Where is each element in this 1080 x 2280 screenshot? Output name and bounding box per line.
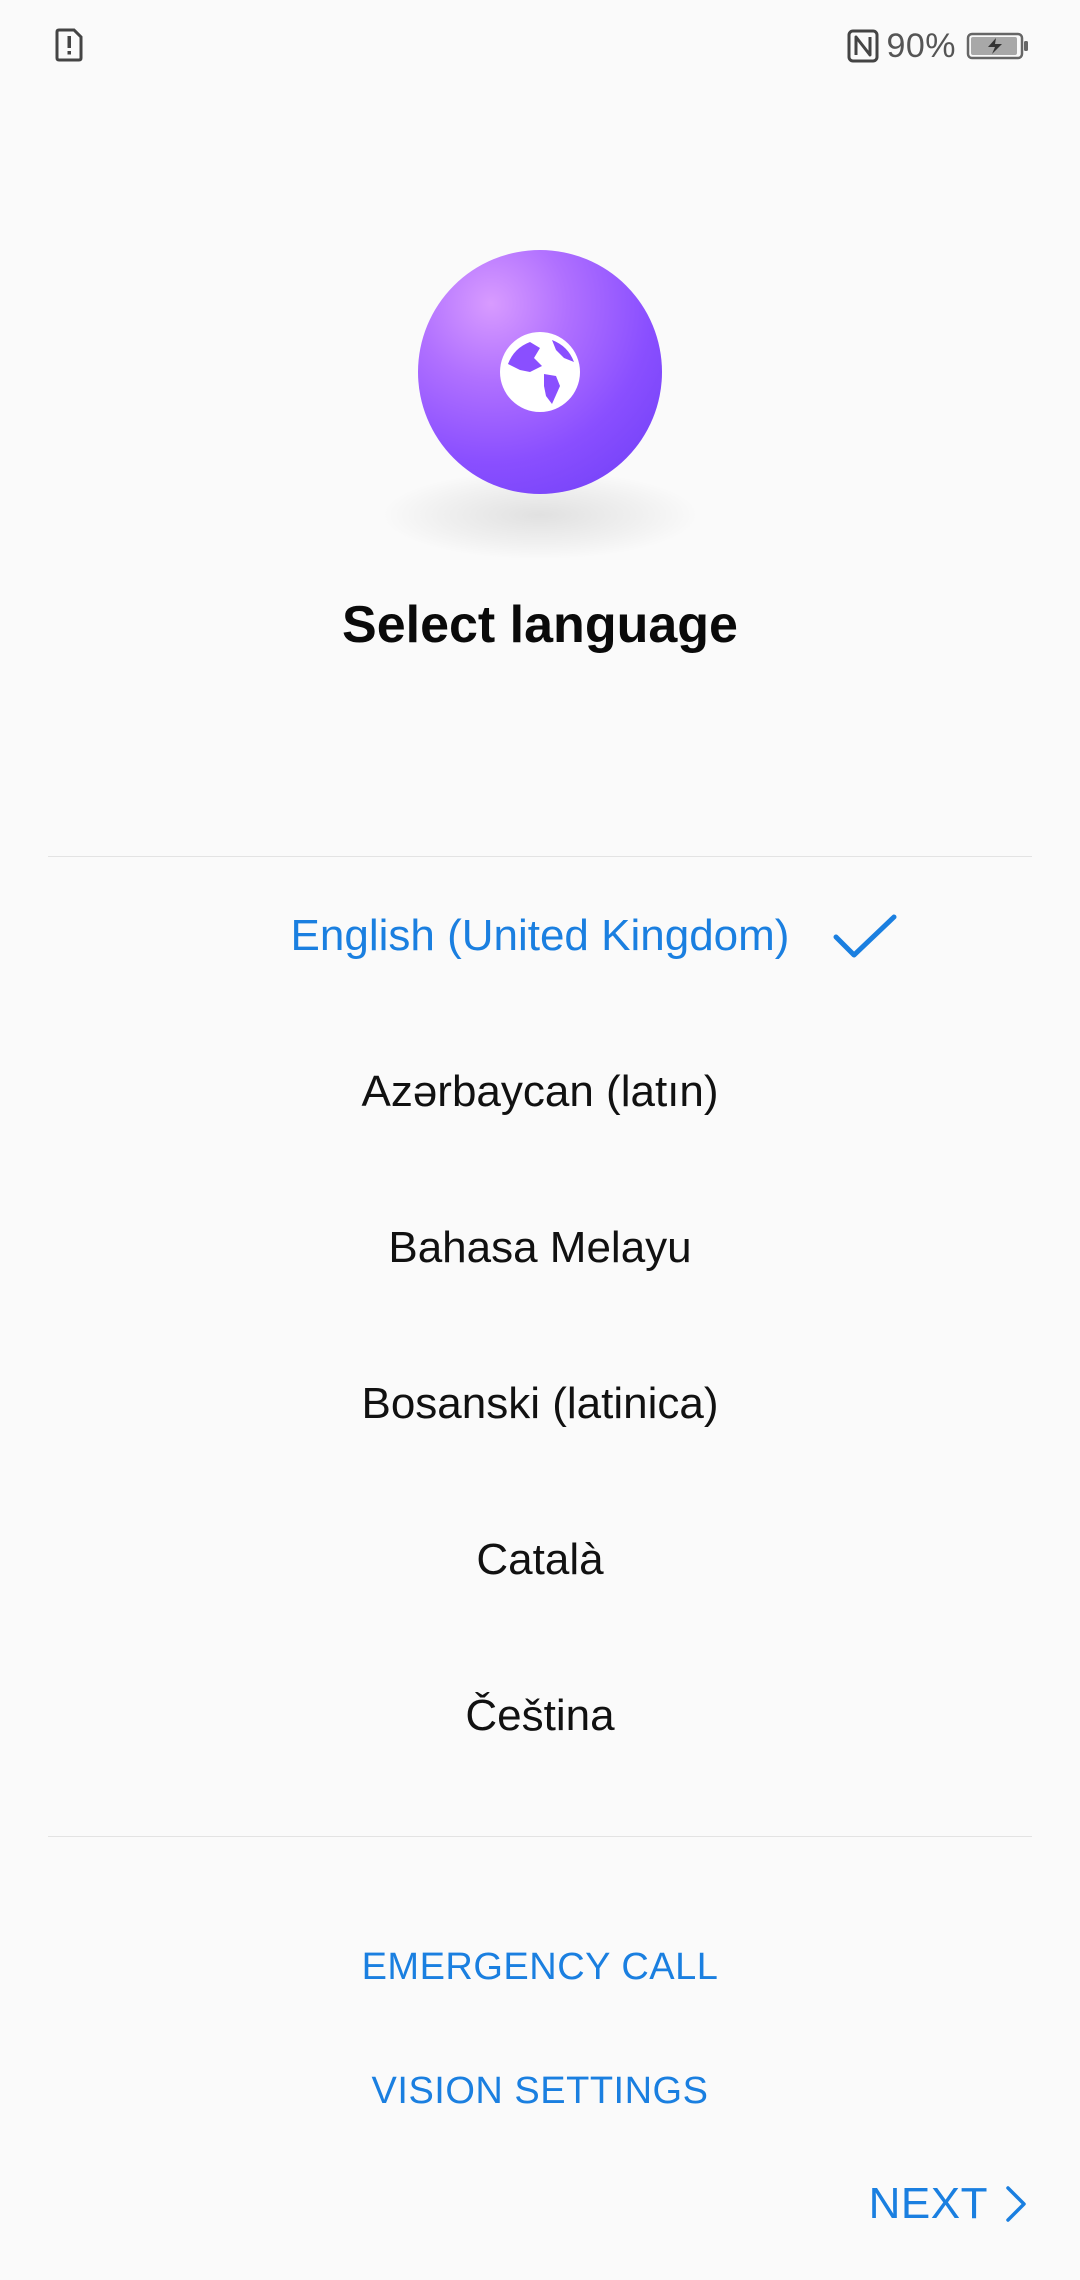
chevron-right-icon	[1006, 2186, 1026, 2222]
language-item-bosnian[interactable]: Bosanski (latinica)	[0, 1326, 1080, 1482]
language-item-malay[interactable]: Bahasa Melayu	[0, 1170, 1080, 1326]
language-item-czech[interactable]: Čeština	[0, 1638, 1080, 1794]
language-label: Čeština	[465, 1691, 615, 1740]
emergency-call-button[interactable]: EMERGENCY CALL	[0, 1946, 1080, 1989]
language-item-english-uk[interactable]: English (United Kingdom)	[0, 858, 1080, 1014]
globe-ball	[418, 250, 662, 494]
sim-alert-icon	[55, 28, 83, 62]
vision-settings-button[interactable]: VISION SETTINGS	[0, 2070, 1080, 2113]
status-right: 90%	[846, 22, 1030, 70]
language-label: Bahasa Melayu	[388, 1223, 692, 1272]
battery-percent: 90%	[886, 26, 956, 65]
language-label: Català	[476, 1535, 604, 1584]
nfc-icon	[847, 29, 879, 63]
check-icon	[833, 914, 897, 958]
language-item-azerbaijani[interactable]: Azərbaycan (latın)	[0, 1014, 1080, 1170]
globe-icon	[500, 332, 580, 412]
status-bar: 90%	[0, 0, 1080, 92]
list-bottom-divider	[48, 1836, 1032, 1837]
globe-illustration	[418, 250, 662, 494]
battery-charging-icon	[966, 32, 1028, 60]
list-top-divider	[48, 856, 1032, 857]
next-label: NEXT	[868, 2179, 988, 2228]
language-label: Azərbaycan (latın)	[361, 1067, 719, 1116]
language-item-catalan[interactable]: Català	[0, 1482, 1080, 1638]
language-label: English (United Kingdom)	[290, 911, 790, 960]
language-label: Bosanski (latinica)	[361, 1379, 719, 1428]
page-title: Select language	[342, 596, 738, 654]
next-button[interactable]: NEXT	[869, 2176, 1028, 2232]
language-list[interactable]: English (United Kingdom) Azərbaycan (lat…	[0, 858, 1080, 1794]
